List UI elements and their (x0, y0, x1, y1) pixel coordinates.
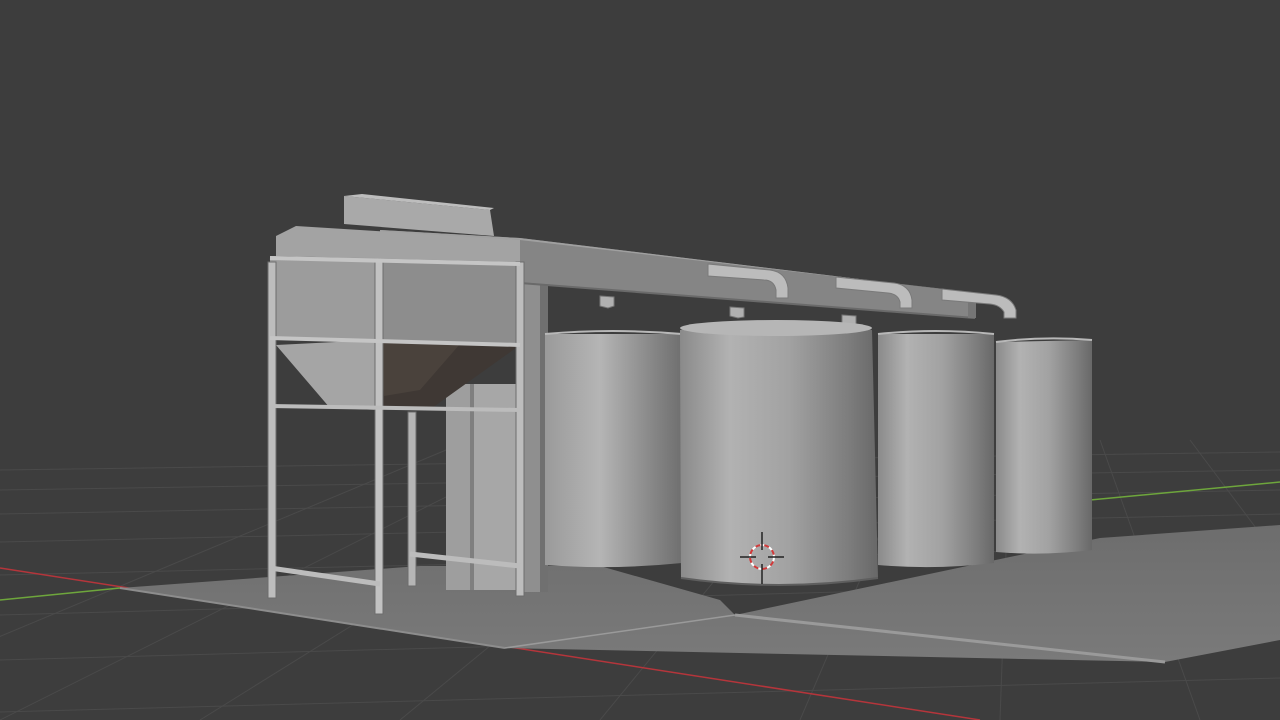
storage-tank-1[interactable] (544, 330, 683, 568)
storage-tank-4[interactable] (995, 337, 1093, 554)
scene-canvas[interactable] (0, 0, 1280, 720)
storage-tank-2[interactable] (680, 320, 879, 586)
3d-viewport[interactable] (0, 0, 1280, 720)
storage-tank-3[interactable] (877, 330, 995, 568)
